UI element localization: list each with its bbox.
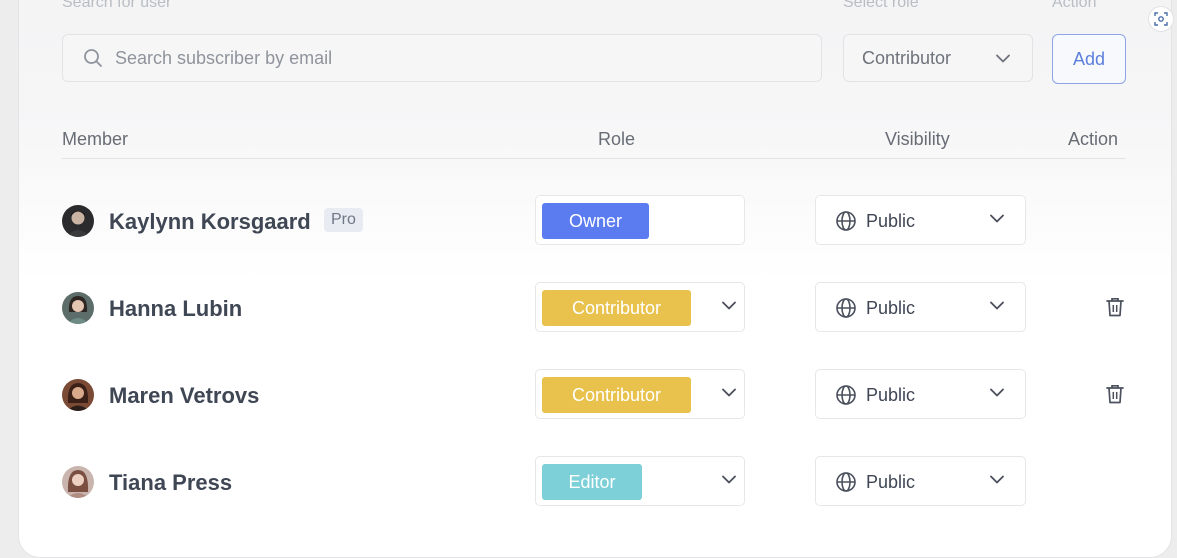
globe-icon xyxy=(836,472,856,492)
trash-icon[interactable] xyxy=(1104,296,1126,318)
visibility-select[interactable]: Public xyxy=(815,456,1026,506)
role-chip: Owner xyxy=(542,203,649,239)
role-select[interactable]: Contributor xyxy=(535,369,745,419)
globe-icon xyxy=(836,298,856,318)
member-name: Hanna Lubin xyxy=(109,296,243,321)
visibility-value: Public xyxy=(866,385,916,405)
visibility-value: Public xyxy=(866,211,916,231)
header-divider xyxy=(62,158,1126,159)
search-input[interactable] xyxy=(113,46,717,70)
avatar xyxy=(62,379,94,411)
chevron-down-icon xyxy=(990,214,1004,223)
table-row: Hanna Lubin Contributor Public xyxy=(0,282,1177,334)
member-name: Tiana Press xyxy=(109,470,233,495)
header-action: Action xyxy=(1068,129,1119,149)
visibility-select[interactable]: Public xyxy=(815,369,1026,419)
chevron-down-icon xyxy=(722,475,736,484)
visibility-select[interactable]: Public xyxy=(815,195,1026,245)
action-label: Action xyxy=(1052,0,1097,11)
search-icon xyxy=(84,49,102,67)
member-name: Kaylynn Korsgaard xyxy=(109,209,311,234)
chevron-down-icon xyxy=(996,54,1010,62)
role-select-value: Contributor xyxy=(862,47,952,68)
role-chip: Contributor xyxy=(542,290,691,326)
screenshot-icon xyxy=(1154,12,1168,26)
header-role: Role xyxy=(598,129,636,149)
visibility-select[interactable]: Public xyxy=(815,282,1026,332)
header-visibility: Visibility xyxy=(885,129,950,149)
header-member: Member xyxy=(62,129,129,149)
chevron-down-icon xyxy=(990,388,1004,397)
chevron-down-icon xyxy=(990,475,1004,484)
search-label: Search for user xyxy=(62,0,172,11)
globe-icon xyxy=(836,211,856,231)
role-field: Owner xyxy=(535,195,745,245)
screenshot-button[interactable] xyxy=(1148,6,1174,32)
chevron-down-icon xyxy=(990,301,1004,310)
visibility-value: Public xyxy=(866,472,916,492)
role-label: Select role xyxy=(843,0,919,11)
search-field[interactable] xyxy=(62,34,822,82)
role-chip: Contributor xyxy=(542,377,691,413)
visibility-value: Public xyxy=(866,298,916,318)
member-name: Maren Vetrovs xyxy=(109,383,260,408)
table-row: Tiana Press Editor Public xyxy=(0,456,1177,508)
globe-icon xyxy=(836,385,856,405)
table-row: Kaylynn Korsgaard Pro Owner Public xyxy=(0,195,1177,247)
trash-icon[interactable] xyxy=(1104,383,1126,405)
table-row: Maren Vetrovs Contributor Public xyxy=(0,369,1177,421)
avatar xyxy=(62,466,94,498)
avatar xyxy=(62,205,94,237)
role-chip: Editor xyxy=(542,464,642,500)
chevron-down-icon xyxy=(722,301,736,310)
role-select[interactable]: Editor xyxy=(535,456,745,506)
chevron-down-icon xyxy=(722,388,736,397)
pro-badge: Pro xyxy=(324,208,363,232)
avatar xyxy=(62,292,94,324)
role-select[interactable]: Contributor xyxy=(843,34,1033,82)
role-select[interactable]: Contributor xyxy=(535,282,745,332)
add-button[interactable]: Add xyxy=(1052,34,1126,84)
